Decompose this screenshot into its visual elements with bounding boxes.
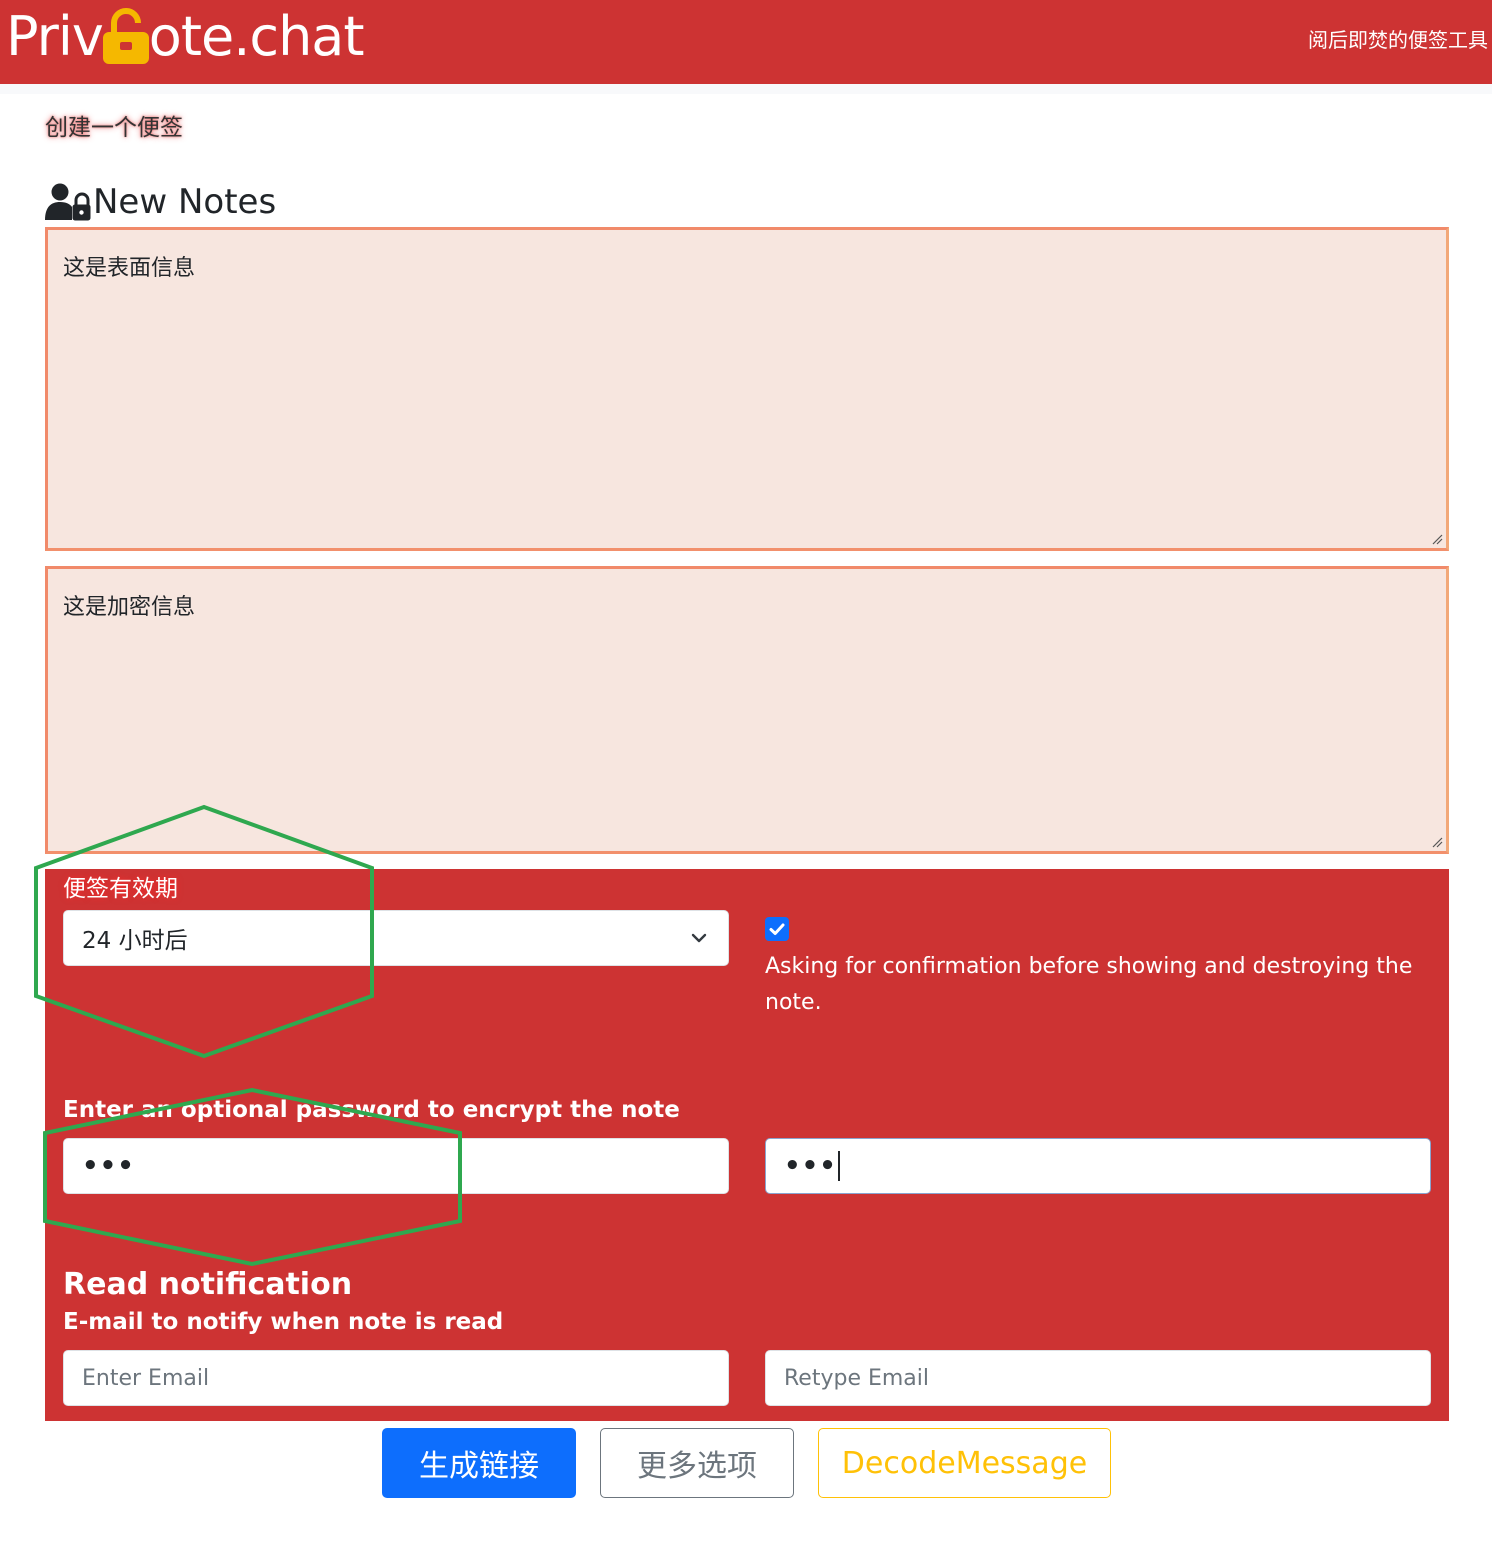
confirm-checkbox[interactable]	[765, 917, 789, 941]
user-lock-icon	[45, 183, 91, 221]
read-notification-subtitle: E-mail to notify when note is read	[63, 1309, 504, 1335]
secret-note-container	[45, 566, 1449, 854]
password-label: Enter an optional password to encrypt th…	[63, 1097, 680, 1123]
logo-text-left: Priv	[6, 4, 104, 68]
surface-note-textarea[interactable]	[48, 230, 1446, 548]
secret-note-textarea[interactable]	[48, 569, 1446, 851]
password-input[interactable]: •••	[63, 1138, 729, 1194]
expiry-selected-value: 24 小时后	[82, 928, 188, 954]
expiry-select[interactable]: 24 小时后	[63, 910, 729, 966]
section-title-text: New Notes	[93, 182, 277, 222]
surface-note-container	[45, 227, 1449, 551]
logo[interactable]: Priv ote.chat	[6, 4, 365, 68]
email-field[interactable]	[63, 1350, 729, 1406]
decode-message-button[interactable]: DecodeMessage	[818, 1428, 1111, 1498]
resize-grip-icon[interactable]	[1431, 533, 1443, 545]
more-options-button[interactable]: 更多选项	[600, 1428, 794, 1498]
unlocked-padlock-icon	[101, 6, 151, 66]
app-header: Priv ote.chat 阅后即焚的便签工具	[0, 0, 1492, 84]
retype-email-input[interactable]	[784, 1365, 1430, 1391]
text-caret	[837, 1151, 840, 1181]
chevron-down-icon	[691, 933, 707, 943]
read-notification-title: Read notification	[63, 1267, 353, 1302]
generate-link-button[interactable]: 生成链接	[382, 1428, 576, 1498]
password-confirm-input[interactable]: •••	[765, 1138, 1431, 1194]
retype-email-field[interactable]	[765, 1350, 1431, 1406]
options-panel: 便签有效期 24 小时后 Asking for confirmation bef…	[45, 869, 1449, 1421]
page-subtitle: 创建一个便签	[45, 115, 183, 141]
section-title: New Notes	[45, 180, 276, 224]
confirm-label: Asking for confirmation before showing a…	[765, 954, 1413, 1015]
checkmark-icon	[769, 923, 785, 935]
email-input[interactable]	[82, 1365, 728, 1391]
header-subbar	[0, 84, 1492, 94]
expiry-label: 便签有效期	[63, 876, 178, 902]
password-confirm-value: •••	[784, 1151, 837, 1181]
header-tagline: 阅后即焚的便签工具	[1308, 28, 1488, 52]
resize-grip-icon[interactable]	[1431, 836, 1443, 848]
logo-text-right: ote.chat	[148, 4, 365, 68]
password-value: •••	[82, 1151, 135, 1181]
